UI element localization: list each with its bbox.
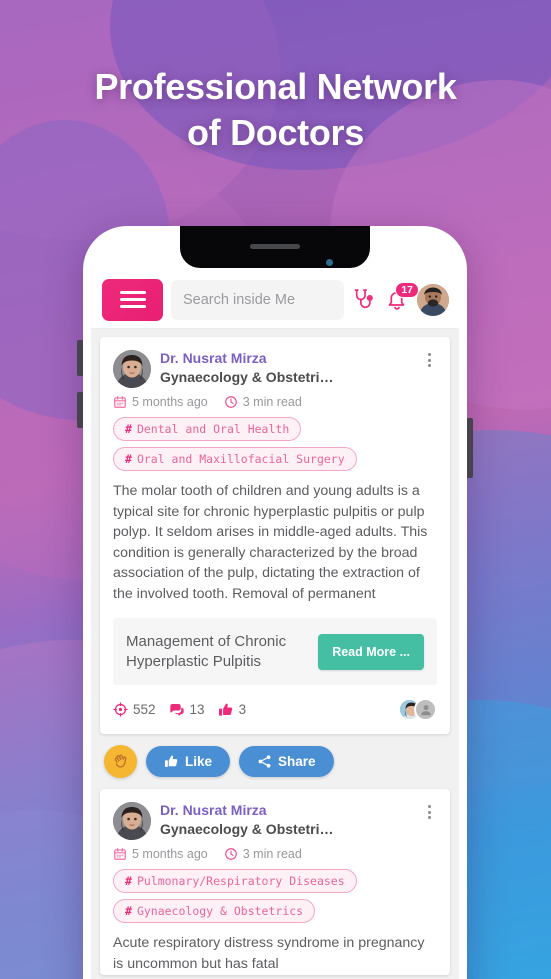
author-specialty: Gynaecology & Obstetri… [160, 368, 334, 385]
search-input[interactable]: Search inside Me [171, 279, 344, 320]
hamburger-line [119, 305, 146, 308]
kebab-dot [428, 810, 431, 814]
author-avatar[interactable] [113, 802, 151, 841]
clock-icon [224, 395, 238, 409]
comments-stat[interactable]: 13 [169, 702, 205, 718]
calendar-icon [113, 847, 127, 861]
share-icon [257, 754, 272, 769]
reactor-avatar-group[interactable] [398, 698, 437, 722]
post-options-button[interactable] [422, 802, 437, 822]
post-header: Dr. Nusrat Mirza Gynaecology & Obstetri… [113, 350, 437, 388]
views-count: 552 [133, 702, 156, 718]
post-body: Acute respiratory distress syndrome in p… [113, 935, 425, 973]
like-button[interactable]: Like [146, 746, 231, 778]
author-name[interactable]: Dr. Nusrat Mirza [160, 802, 413, 820]
comment-icon [169, 702, 185, 718]
phone-front-camera [326, 259, 333, 266]
phone-notch [180, 226, 370, 268]
phone-screen: Search inside Me 17 Dr. Nusrat Mirza Gyn… [91, 271, 459, 979]
post-tags: # Pulmonary/Respiratory Diseases # Gynae… [113, 869, 437, 929]
search-placeholder-text: Search inside Me [183, 291, 296, 308]
post-tag-label: Dental and Oral Health [136, 422, 290, 436]
clap-button[interactable] [104, 745, 137, 779]
post-tag-label: Gynaecology & Obstetrics [136, 904, 304, 919]
post-stats: 552 13 3 [113, 685, 437, 734]
hero-title-line-2: of Doctors [186, 112, 364, 154]
post-tag-label: Oral and Maxillofacial Surgery [136, 452, 345, 466]
post-feed: Dr. Nusrat Mirza Gynaecology & Obstetri… [91, 329, 459, 975]
post-tag-label: Pulmonary/Respiratory Diseases [136, 874, 345, 889]
author-avatar[interactable] [113, 350, 151, 388]
post-tag[interactable]: # Oral and Maxillofacial Surgery [113, 447, 357, 471]
hero-title-line-1: Professional Network [94, 66, 457, 107]
app-header: Search inside Me 17 [91, 271, 459, 329]
hero-title: Professional Network of Doctors [0, 64, 551, 156]
hash-icon: # [125, 874, 132, 889]
phone-mockup: Search inside Me 17 Dr. Nusrat Mirza Gyn… [83, 226, 467, 979]
like-button-label: Like [185, 754, 213, 770]
post-time-ago: 5 months ago [132, 395, 208, 409]
hash-icon: # [125, 904, 132, 919]
stethoscope-icon[interactable] [352, 287, 377, 312]
kebab-dot [428, 353, 431, 356]
post-read-time: 3 min read [242, 395, 302, 409]
linked-article-card[interactable]: Management of Chronic Hyperplastic Pulpi… [113, 617, 437, 686]
hamburger-menu-button[interactable] [102, 278, 163, 321]
likes-stat[interactable]: 3 [218, 702, 247, 718]
post-card: Dr. Nusrat Mirza Gynaecology & Obstetri… [100, 789, 450, 975]
kebab-dot [428, 358, 431, 362]
hamburger-line [119, 298, 146, 301]
comments-count: 13 [189, 702, 205, 718]
author-name[interactable]: Dr. Nusrat Mirza [160, 350, 413, 368]
calendar-icon [113, 395, 127, 409]
author-info: Dr. Nusrat Mirza Gynaecology & Obstetri… [160, 350, 413, 386]
post-card: Dr. Nusrat Mirza Gynaecology & Obstetri… [100, 337, 450, 735]
share-button-label: Share [278, 754, 316, 770]
thumbs-up-icon [164, 754, 179, 769]
phone-speaker [250, 244, 300, 249]
author-info: Dr. Nusrat Mirza Gynaecology & Obstetri… [160, 802, 413, 838]
share-button[interactable]: Share [239, 746, 334, 778]
article-title: Management of Chronic Hyperplastic Pulpi… [126, 632, 287, 670]
kebab-dot [428, 816, 431, 820]
notifications-button[interactable]: 17 [385, 281, 419, 312]
notification-badge: 17 [395, 281, 419, 298]
hash-icon: # [125, 452, 132, 466]
post-header: Dr. Nusrat Mirza Gynaecology & Obstetri… [113, 802, 437, 841]
kebab-dot [428, 805, 431, 809]
thumbs-up-icon [218, 702, 234, 718]
post-meta: 5 months ago 3 min read [113, 395, 437, 409]
clock-icon [224, 847, 238, 861]
post-body: The molar tooth of children and young ad… [113, 483, 428, 602]
hash-icon: # [125, 422, 132, 436]
post-options-button[interactable] [422, 350, 437, 370]
views-icon [113, 702, 128, 718]
likes-count: 3 [238, 702, 247, 718]
post-tag[interactable]: # Gynaecology & Obstetrics [113, 899, 316, 924]
post-tags: # Dental and Oral Health # Oral and Maxi… [113, 417, 437, 477]
hamburger-line [119, 291, 146, 294]
post-time-ago: 5 months ago [132, 847, 208, 862]
views-stat[interactable]: 552 [113, 702, 156, 717]
post-action-bar: Like Share [100, 734, 450, 789]
post-tag[interactable]: # Pulmonary/Respiratory Diseases [113, 869, 357, 894]
author-specialty: Gynaecology & Obstetri… [160, 820, 334, 837]
post-read-time: 3 min read [242, 847, 302, 862]
phone-power-button [466, 418, 473, 478]
reactor-avatar-placeholder [414, 698, 437, 722]
read-more-button[interactable]: Read More ... [318, 633, 424, 670]
post-meta: 5 months ago 3 min read [113, 847, 437, 861]
avatar[interactable] [417, 283, 449, 316]
post-tag[interactable]: # Dental and Oral Health [113, 417, 302, 441]
kebab-dot [428, 364, 431, 367]
